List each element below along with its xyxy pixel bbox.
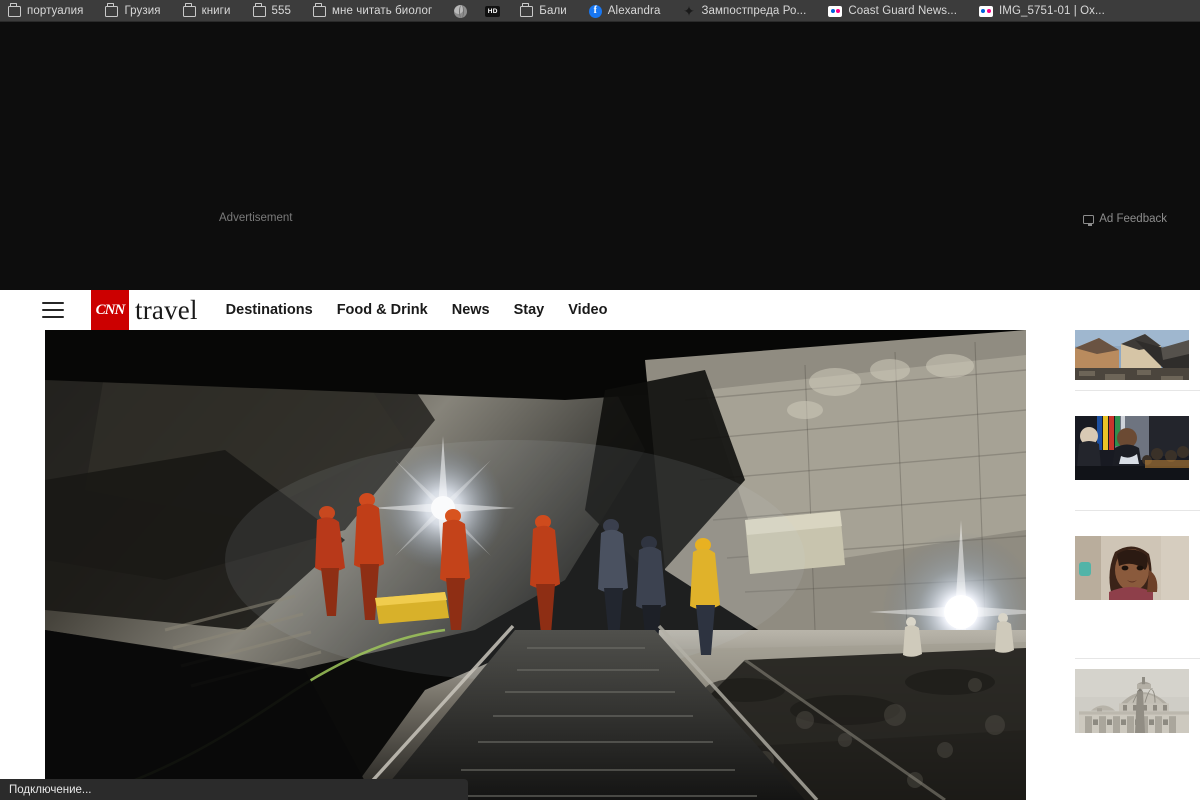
nav-link-stay[interactable]: Stay — [514, 302, 545, 318]
advertisement-region: Advertisement Ad Feedback — [0, 22, 1200, 290]
bookmark-item[interactable]: IMG_5751-01 | Ox... — [979, 5, 1105, 17]
globe-icon — [454, 4, 468, 18]
right-rail — [1075, 330, 1200, 800]
facebook-icon: f — [588, 4, 602, 18]
cnn-logo[interactable]: CNN — [91, 290, 129, 330]
folder-icon — [8, 3, 21, 17]
nav-link-destinations[interactable]: Destinations — [226, 302, 313, 318]
star-icon: ✦ — [683, 2, 695, 19]
bookmark-item[interactable]: f Alexandra — [588, 4, 661, 18]
hero-photo-graphic — [45, 330, 1026, 800]
nav-links: Destinations Food & Drink News Stay Vide… — [226, 302, 632, 318]
bookmark-label: портуалия — [27, 5, 84, 17]
status-text: Подключение... — [9, 783, 92, 796]
bookmark-label: 555 — [271, 5, 292, 17]
hd-badge-icon: HD — [485, 5, 501, 17]
bookmark-label: Coast Guard News... — [848, 5, 958, 17]
bookmark-item[interactable]: книги — [182, 3, 231, 17]
thumb-portrait-woman[interactable] — [1075, 536, 1189, 600]
thumb-vatican-dome[interactable] — [1075, 669, 1189, 800]
bookmark-item[interactable]: HD — [485, 5, 501, 17]
nav-link-news[interactable]: News — [452, 302, 490, 318]
rail-card[interactable] — [1075, 330, 1200, 390]
bookmark-item[interactable]: портуалия — [8, 3, 84, 17]
bookmark-label: IMG_5751-01 | Ox... — [999, 5, 1105, 17]
folder-icon — [252, 3, 266, 17]
page-body — [0, 330, 1200, 800]
rail-card[interactable] — [1075, 416, 1200, 510]
monitor-icon — [1083, 214, 1095, 226]
rail-card[interactable] — [1075, 536, 1200, 658]
advertisement-label: Advertisement — [219, 212, 293, 224]
ad-feedback-label: Ad Feedback — [1099, 213, 1167, 225]
folder-icon — [313, 3, 327, 17]
bookmark-item[interactable]: Coast Guard News... — [828, 5, 957, 17]
bookmark-item[interactable]: Бали — [520, 3, 567, 17]
bookmark-item[interactable]: ✦ Зампостпреда Ро... — [682, 2, 807, 19]
bookmark-label: книги — [201, 5, 231, 17]
nav-link-video[interactable]: Video — [568, 302, 607, 318]
site-navigation-bar: CNN travel Destinations Food & Drink New… — [0, 290, 1200, 330]
nav-link-food-and-drink[interactable]: Food & Drink — [337, 302, 428, 318]
status-bar: Подключение... — [0, 779, 468, 800]
hamburger-icon[interactable] — [42, 302, 64, 318]
thumb-ceremony-graphic — [1075, 416, 1189, 480]
thumb-earthquake-graphic — [1075, 330, 1189, 380]
folder-icon — [520, 3, 534, 17]
bookmark-label: Alexandra — [607, 5, 661, 17]
rail-card[interactable] — [1075, 669, 1200, 800]
flickr-icon — [979, 5, 994, 17]
bookmark-item[interactable]: Грузия — [105, 3, 161, 17]
rail-divider — [1075, 658, 1200, 659]
bookmark-label: Грузия — [124, 5, 161, 17]
bookmark-item[interactable]: 555 — [252, 3, 292, 17]
bookmark-item[interactable] — [454, 4, 468, 18]
folder-icon — [105, 3, 119, 17]
bookmark-item[interactable]: мне читать биолог — [313, 3, 433, 17]
bookmark-label: мне читать биолог — [332, 5, 433, 17]
thumb-earthquake-damage[interactable] — [1075, 330, 1189, 380]
thumb-vatican-graphic — [1075, 669, 1189, 733]
flickr-icon — [828, 5, 843, 17]
rail-divider — [1075, 510, 1200, 511]
thumb-ceremony-crowd[interactable] — [1075, 416, 1189, 480]
section-title[interactable]: travel — [135, 295, 198, 326]
bookmark-label: Зампостпреда Ро... — [701, 5, 807, 17]
ad-feedback-button[interactable]: Ad Feedback — [1083, 213, 1167, 226]
folder-icon — [182, 3, 196, 17]
rail-divider — [1075, 390, 1200, 391]
bookmark-label: Бали — [539, 5, 567, 17]
bookmarks-bar[interactable]: портуалия Грузия книги 555 мне читать би… — [0, 0, 1200, 22]
cave-rescue-photo[interactable] — [45, 330, 1026, 800]
thumb-portrait-graphic — [1075, 536, 1189, 600]
